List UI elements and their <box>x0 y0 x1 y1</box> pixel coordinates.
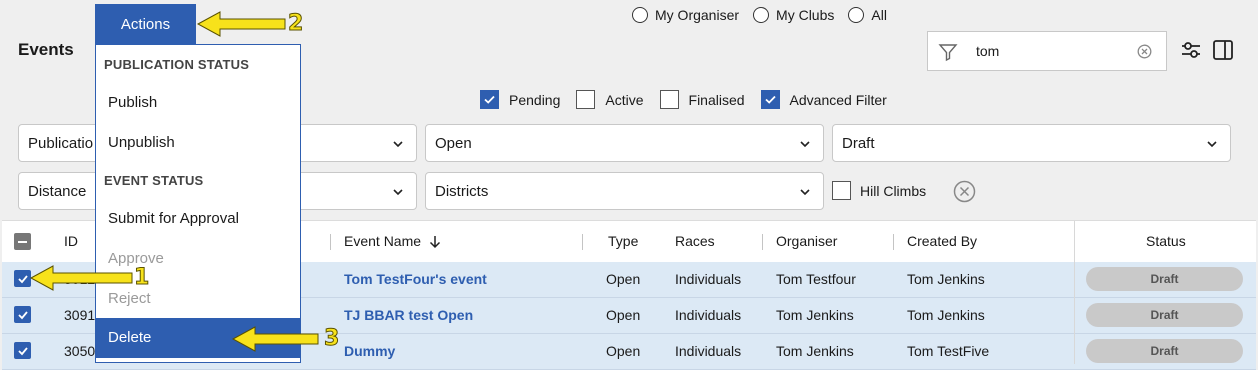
annotation-step-3: 3 <box>323 326 340 352</box>
annotation-step-2: 2 <box>287 11 304 37</box>
annotation-layer <box>29 11 319 352</box>
arrow-icon <box>29 11 319 352</box>
annotation-step-1: 1 <box>133 265 150 291</box>
